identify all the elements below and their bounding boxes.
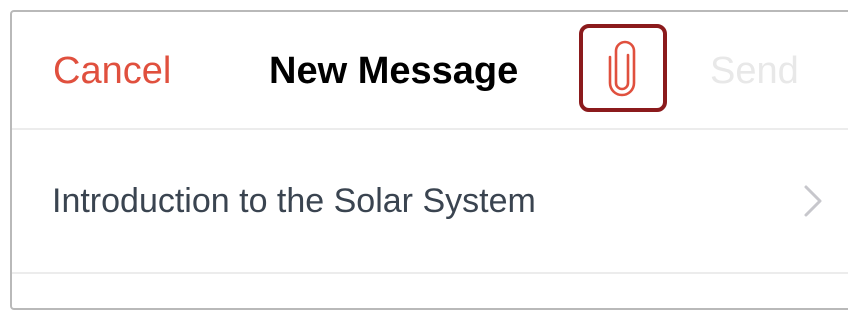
attach-button[interactable]	[579, 24, 667, 112]
page-title: New Message	[269, 50, 519, 92]
header-divider	[12, 128, 848, 130]
paperclip-icon	[608, 40, 636, 97]
chevron-right-icon	[804, 185, 822, 217]
course-label: Introduction to the Solar System	[52, 182, 536, 220]
row-divider	[12, 272, 848, 274]
compose-header: Cancel New Message Send	[12, 12, 848, 130]
cancel-button[interactable]: Cancel	[53, 44, 171, 98]
course-select-row[interactable]: Introduction to the Solar System	[12, 132, 848, 272]
compose-panel: Cancel New Message Send Introduction to …	[10, 10, 848, 310]
send-button[interactable]: Send	[710, 44, 799, 98]
